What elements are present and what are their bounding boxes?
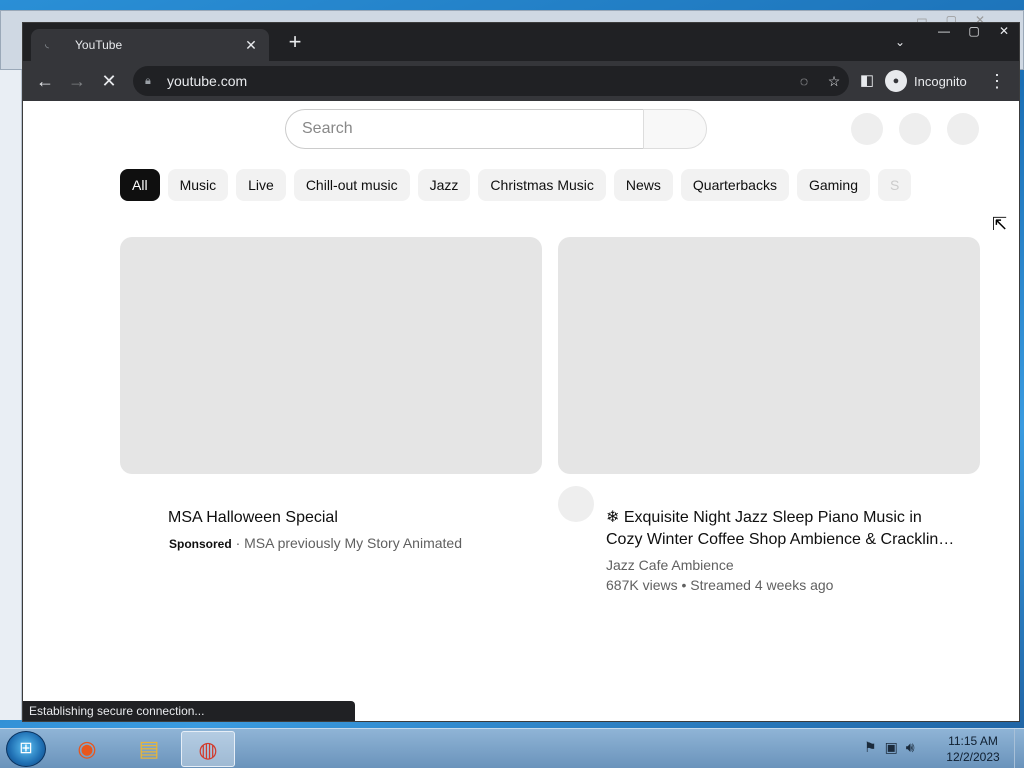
chip-christmas-music[interactable]: Christmas Music [478, 169, 606, 201]
clock-time: 11:15 AM [948, 734, 998, 748]
chip-gaming[interactable]: Gaming [796, 169, 870, 201]
chrome-window: ◟ YouTube ✕ + ⌄ — ▢ ✕ ← → ✕ 🔒︎ youtube.c… [22, 22, 1020, 722]
menu-kebab-icon[interactable]: ⋮ [985, 69, 1009, 93]
tab-close-icon[interactable]: ✕ [241, 37, 261, 54]
back-arrow-icon[interactable]: ← [33, 69, 57, 93]
chip-music[interactable]: Music [167, 169, 229, 201]
video-thumbnail-2[interactable] [558, 237, 980, 474]
chip-quarterbacks[interactable]: Quarterbacks [680, 169, 789, 201]
network-icon[interactable]: ▣ [885, 739, 898, 756]
chip-live[interactable]: Live [236, 169, 286, 201]
minimize-icon[interactable]: — [929, 23, 959, 41]
search-button[interactable] [643, 109, 707, 149]
chip-jazz[interactable]: Jazz [417, 169, 471, 201]
tracking-blocked-eye-icon[interactable]: ◌ [789, 73, 819, 89]
channel-avatar[interactable] [558, 486, 594, 522]
video-meta-2: 687K views • Streamed 4 weeks ago [606, 577, 834, 593]
close-window-icon[interactable]: ✕ [989, 23, 1019, 41]
tab-strip: ◟ YouTube ✕ + ⌄ — ▢ ✕ [23, 23, 1019, 61]
incognito-label: Incognito [914, 73, 967, 89]
maximize-icon[interactable]: ▢ [959, 23, 989, 41]
video-title-2-line-1[interactable]: ❄︎ Exquisite Night Jazz Sleep Piano Musi… [606, 507, 922, 529]
video-title-2-line-2[interactable]: Cozy Winter Coffee Shop Ambience & Crack… [606, 529, 954, 551]
tab-title: YouTube [75, 38, 123, 52]
header-button-placeholder-2[interactable] [899, 113, 931, 145]
forward-arrow-icon[interactable]: → [65, 69, 89, 93]
video-meta-1: Sponsored · MSA previously My Story Anim… [169, 533, 462, 554]
browser-toolbar: ← → ✕ 🔒︎ youtube.com ◌ ☆ ◧ ● Incognito ⋮ [23, 61, 1019, 101]
incognito-icon: ● [885, 70, 907, 92]
address-url[interactable]: youtube.com [167, 73, 789, 89]
mouse-cursor-icon: ⇱ [992, 214, 1008, 234]
window-controls: — ▢ ✕ [929, 23, 1019, 41]
firefox-icon[interactable]: ◉ [60, 731, 114, 767]
clock[interactable]: 11:15 AM 12/2/2023 [934, 733, 1012, 765]
new-tab-button[interactable]: + [283, 31, 307, 55]
search-input[interactable]: Search [285, 109, 643, 149]
show-desktop-button[interactable] [1014, 729, 1024, 768]
clock-date: 12/2/2023 [946, 750, 1000, 764]
video-title-1[interactable]: MSA Halloween Special [168, 507, 338, 529]
lock-icon[interactable]: 🔒︎ [145, 75, 159, 88]
tab-search-chevron-icon[interactable]: ⌄ [895, 35, 905, 49]
incognito-indicator[interactable]: ● Incognito [885, 67, 967, 95]
chip-chill-out-music[interactable]: Chill-out music [293, 169, 410, 201]
chip-news[interactable]: News [613, 169, 673, 201]
chip-all[interactable]: All [120, 169, 160, 201]
channel-name[interactable]: Jazz Cafe Ambience [606, 555, 734, 575]
side-panel-icon[interactable]: ◧ [855, 69, 879, 93]
tab-youtube[interactable]: ◟ YouTube ✕ [31, 29, 269, 61]
taskbar: ⊞ ◉ ▤ ◍ ⚑ ▣ 🔊︎ 11:15 AM 12/2/2023 [0, 728, 1024, 768]
bookmark-star-icon[interactable]: ☆ [819, 73, 849, 90]
system-tray: ⚑ ▣ 🔊︎ [864, 739, 915, 756]
youtube-page: Search All Music Live Chill-out music Jazz Ch… [23, 101, 1019, 721]
start-button[interactable]: ⊞ [6, 731, 46, 767]
advertiser-name[interactable]: · MSA previously My Story Animated [236, 535, 462, 551]
chip-bar: All Music Live Chill-out music Jazz Christmas… [120, 169, 950, 201]
video-thumbnail-1[interactable] [120, 237, 542, 474]
header-button-placeholder-1[interactable] [851, 113, 883, 145]
action-center-flag-icon[interactable]: ⚑ [864, 739, 877, 756]
chip-partial[interactable]: S [877, 169, 912, 201]
loading-spinner-icon: ◟ [45, 39, 49, 50]
avatar[interactable] [947, 113, 979, 145]
volume-icon[interactable]: 🔊︎ [906, 739, 915, 756]
chrome-icon[interactable]: ◍ [181, 731, 235, 767]
background-window-edge [0, 70, 22, 720]
file-explorer-icon[interactable]: ▤ [122, 731, 176, 767]
address-bar[interactable]: 🔒︎ youtube.com ◌ ☆ [133, 66, 849, 96]
stop-loading-icon[interactable]: ✕ [97, 69, 121, 93]
status-bubble: Establishing secure connection... [23, 701, 355, 721]
sponsored-label: Sponsored [169, 537, 232, 551]
